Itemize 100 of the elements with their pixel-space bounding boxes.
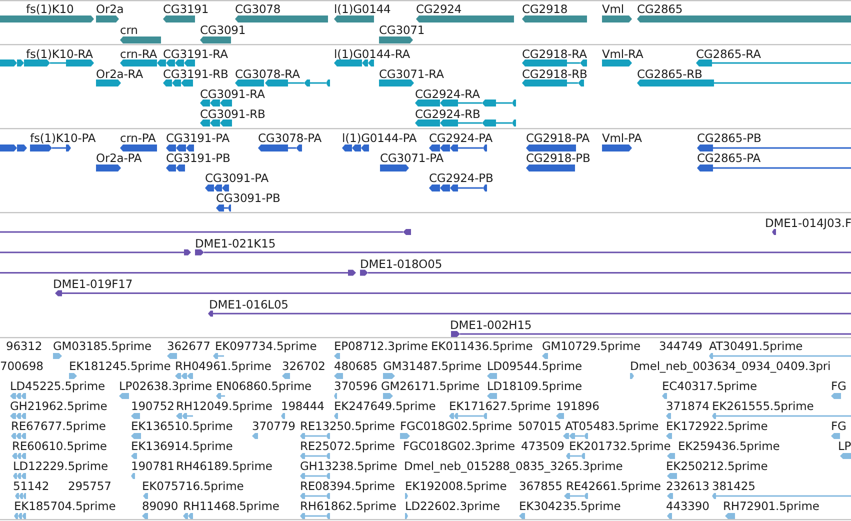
feature-label: EK171627.5prime (449, 399, 551, 413)
feature-label: EN06860.5prime (216, 379, 312, 393)
feature-label: CG3078-PA (258, 131, 322, 145)
feature-label: fs(1)K10 (26, 2, 74, 16)
feature-label: RH46189.5prime (176, 459, 272, 473)
feature-label: 507015 (518, 419, 562, 433)
feature-label: CG2918-RB (522, 67, 588, 81)
feature-label: CG2865 (637, 2, 683, 16)
feature-label: CG3091-PB (216, 191, 280, 205)
feature-label: CG2918 (522, 2, 568, 16)
feature-label: Vml (602, 2, 624, 16)
feature-label: 381425 (712, 479, 756, 493)
feature-label: crn-RA (120, 47, 158, 61)
feature-label: RH11468.5prime (183, 499, 280, 513)
feature-label: LD22602.3prime (405, 499, 500, 513)
feature-label: FG (831, 419, 846, 433)
feature-label: 344749 (659, 339, 702, 353)
feature-label: CG3071-RA (379, 67, 444, 81)
feature-label: DME1-021K15 (195, 236, 276, 250)
feature-label: Vml-PA (602, 131, 642, 145)
feature-label: CG2924-PB (429, 171, 494, 185)
feature-label: 443390 (666, 499, 710, 513)
feature-label: CG2924-RA (415, 87, 480, 101)
feature-label: l(1)G0144-RA (334, 47, 410, 61)
feature-label: CG3078-RA (235, 67, 300, 81)
feature-label: DME1-014J03.F (765, 216, 851, 230)
feature-label: EK261555.5prime (712, 399, 814, 413)
feature-label: RH04961.5prime (175, 359, 272, 373)
feature-label: EK097734.5prime (215, 339, 317, 353)
feature-label: EK011436.5prime (431, 339, 533, 353)
feature-label: CG2918-RA (522, 47, 587, 61)
feature-label: CG3191-PA (166, 131, 230, 145)
feature-label: CG3091-PA (205, 171, 269, 185)
feature-label: 362677 (167, 339, 210, 353)
feature-label: GM31487.5prime (383, 359, 482, 373)
feature-label: EK136914.5prime (131, 439, 233, 453)
feature-label: CG2865-RA (696, 47, 761, 61)
feature-label: CG2865-PB (697, 131, 762, 145)
feature-label: GM10729.5prime (542, 339, 640, 353)
feature-label: CG2924-PA (429, 131, 493, 145)
feature-label: DME1-002H15 (450, 318, 532, 332)
feature-label: 370779 (252, 419, 296, 433)
feature-label: RE60610.5prime (12, 439, 107, 453)
feature-label: EK192008.5prime (405, 479, 507, 493)
feature-label: RH12049.5prime (176, 399, 272, 413)
feature-label: 190781 (131, 459, 174, 473)
feature-label: 370596 (334, 379, 378, 393)
feature-label: CG3191-RB (163, 67, 228, 81)
feature-label: 232613 (666, 479, 710, 493)
feature-label: EK259436.5prime (678, 439, 780, 453)
feature-label: EK250212.5prime (666, 459, 768, 473)
feature-label: EP08712.3prime (334, 339, 428, 353)
feature-label: CG3078 (235, 2, 281, 16)
feature-label: 191896 (556, 399, 600, 413)
feature-label: l(1)G0144 (334, 2, 391, 16)
feature-label: EK201732.5prime (569, 439, 671, 453)
feature-label: AT30491.5prime (709, 339, 803, 353)
feature-label: RE25072.5prime (300, 439, 395, 453)
feature-label: LD12229.5prime (13, 459, 108, 473)
feature-label: fs(1)K10-PA (30, 131, 96, 145)
feature-label: 89090 (142, 499, 178, 513)
feature-label: CG2918-PB (526, 151, 590, 165)
feature-label: Or2a-PA (96, 151, 142, 165)
feature-label: crn (120, 23, 138, 37)
feature-label: RE08394.5prime (300, 479, 395, 493)
feature-label: AT05483.5prime (565, 419, 659, 433)
feature-label: LP02638.3prime (119, 379, 212, 393)
feature-label: RE13250.5prime (300, 419, 395, 433)
feature-label: LD18109.5prime (487, 379, 582, 393)
feature-label: LP (838, 439, 851, 453)
feature-label: EK181245.5prime (69, 359, 171, 373)
feature-label: 96312 (6, 339, 42, 353)
feature-label: GH21962.5prime (10, 399, 108, 413)
feature-label: EK185704.5prime (14, 499, 116, 513)
feature-label: Dmel_neb_003634_0934_0409.3pri (630, 359, 831, 373)
feature-label: CG2918-PA (526, 131, 590, 145)
feature-label: 295757 (68, 479, 112, 493)
feature-label: EK136510.5prime (131, 419, 233, 433)
feature-label: LD45225.5prime (10, 379, 105, 393)
feature-label: CG3071 (379, 23, 425, 37)
feature-label: FGC018G02.3prime (403, 439, 515, 453)
feature-label: RH72901.5prime (723, 499, 820, 513)
feature-label: CG2924-RB (415, 107, 480, 121)
feature-label: CG2865-RB (637, 67, 702, 81)
feature-label: CG3091 (200, 23, 246, 37)
feature-label: FG (831, 379, 846, 393)
feature-label: 480685 (334, 359, 378, 373)
feature-label: DME1-018O05 (360, 256, 442, 271)
feature-label: 198444 (281, 399, 324, 413)
feature-label: CG3091-RA (200, 87, 265, 101)
feature-label: Vml-RA (602, 47, 644, 61)
feature-label: CG2924 (416, 2, 462, 16)
feature-label: l(1)G0144-PA (342, 131, 417, 145)
feature-label: DME1-019F17 (53, 277, 133, 292)
feature-label: EK247649.5prime (334, 399, 436, 413)
feature-label: 190752 (131, 399, 174, 413)
feature-label: 371874 (666, 399, 710, 413)
feature-label: GH13238.5prime (300, 459, 398, 473)
feature-label: EK304235.5prime (519, 499, 621, 513)
feature-label: CG3191 (163, 2, 209, 16)
